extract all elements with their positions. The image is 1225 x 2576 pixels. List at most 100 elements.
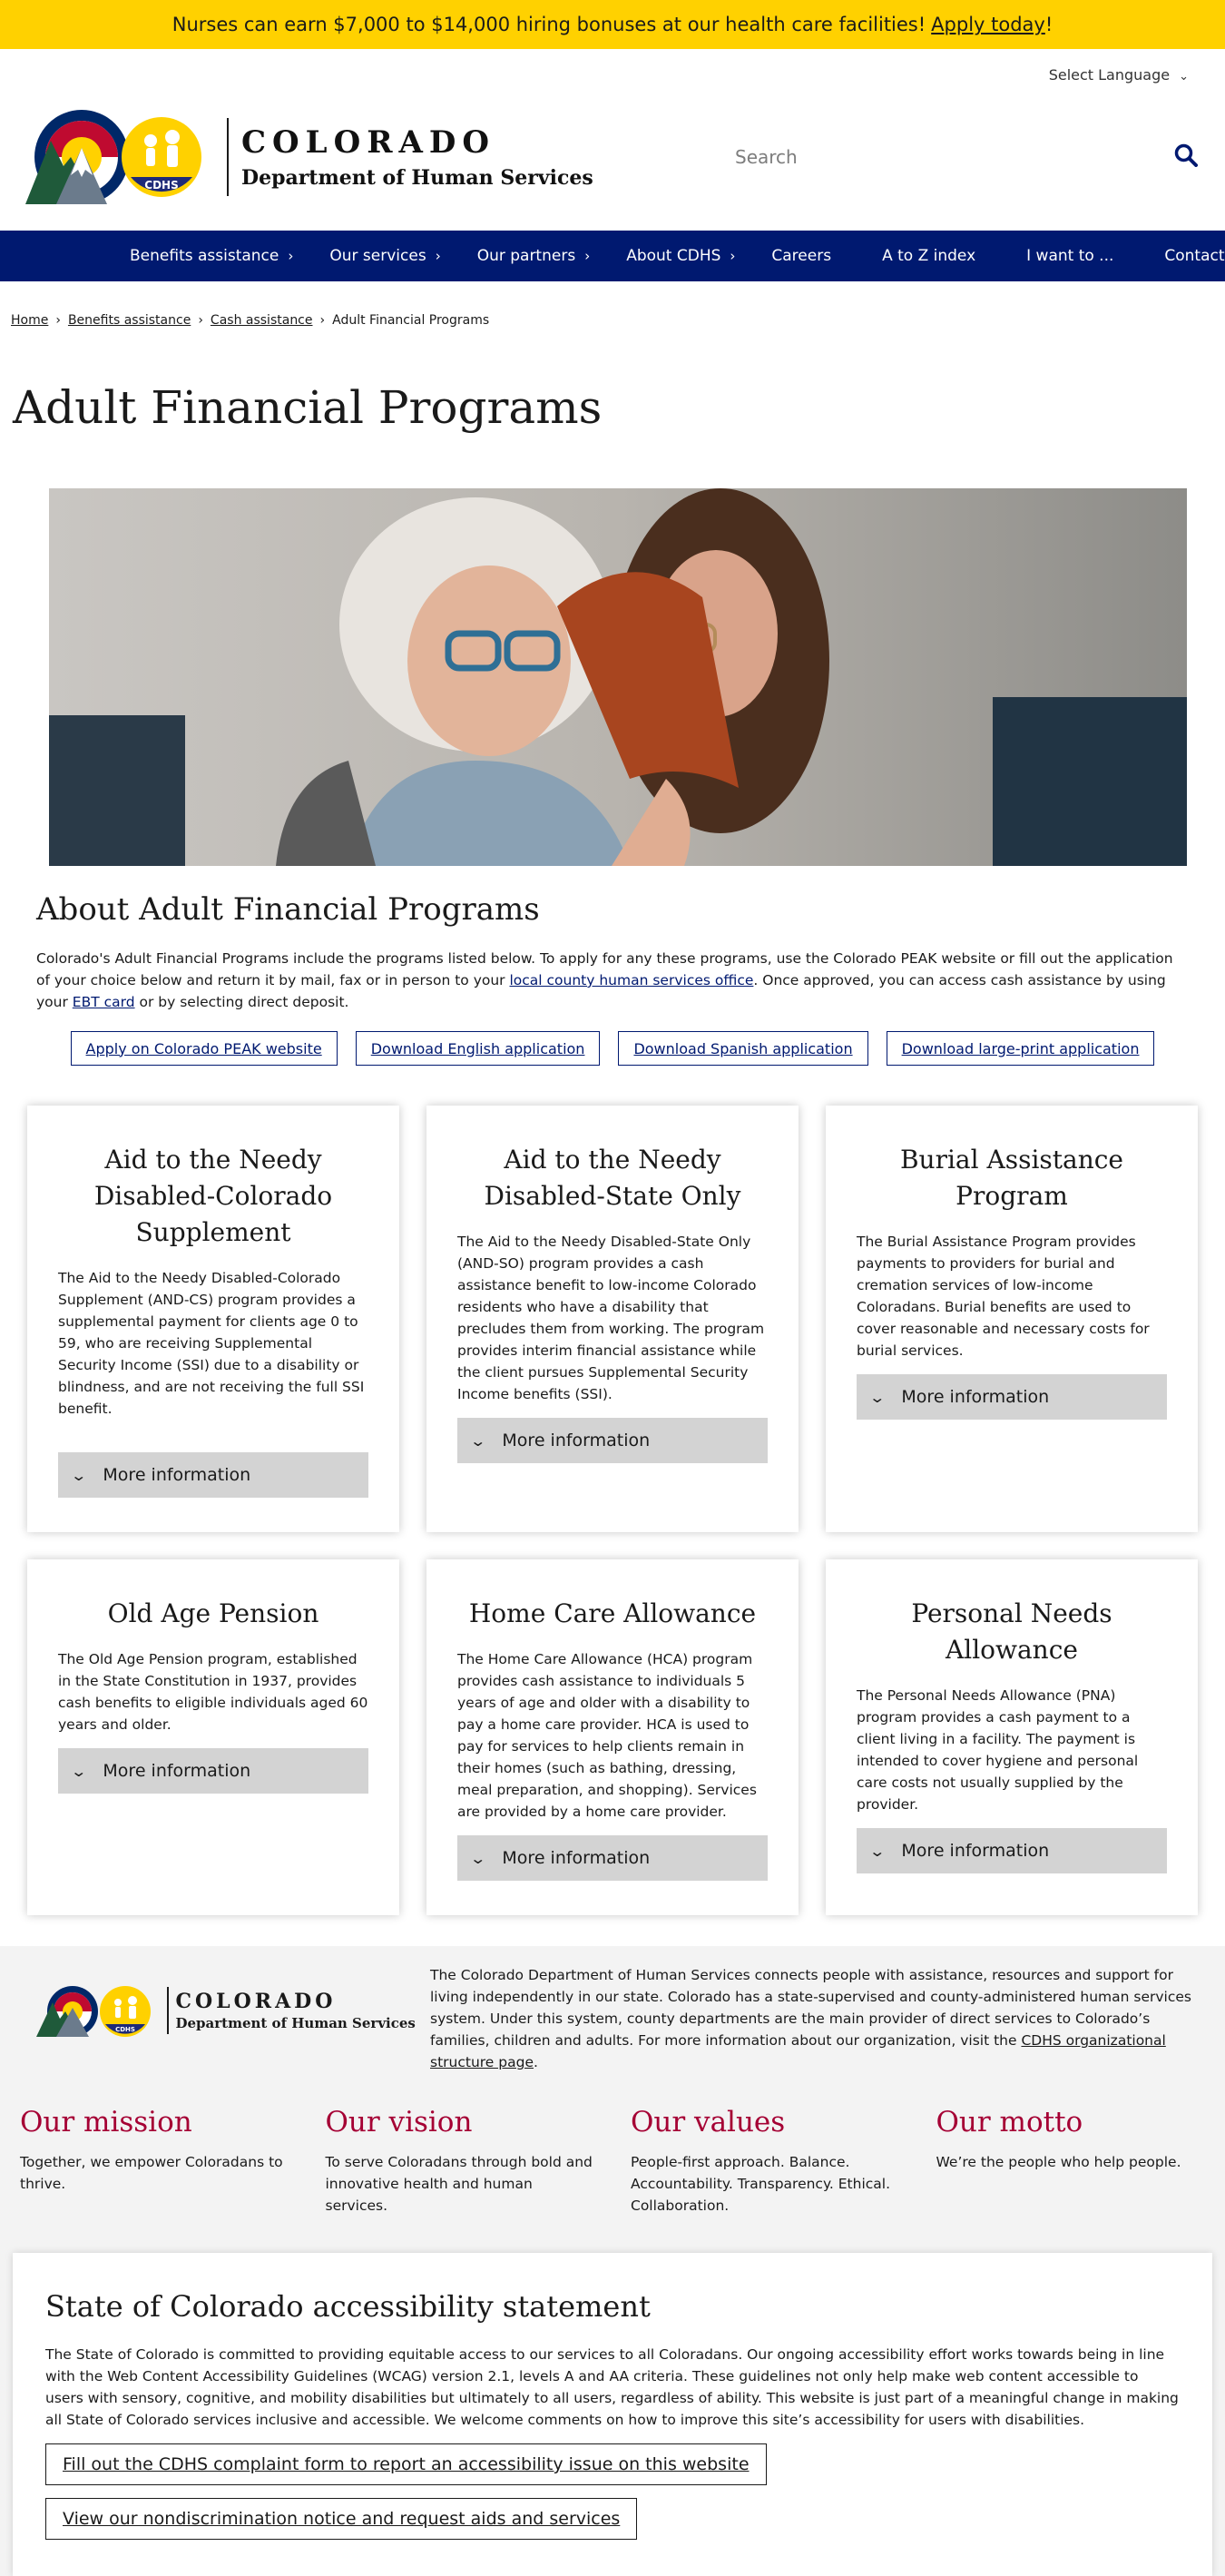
site-footer: CDHS COLORADO Department of Human Servic… <box>0 1946 1225 2576</box>
footer-logo[interactable]: CDHS COLORADO Department of Human Servic… <box>20 1964 419 2042</box>
nav-item-i-want-to[interactable]: I want to ... <box>1026 247 1113 265</box>
breadcrumb-home[interactable]: Home <box>11 313 48 328</box>
chevron-right-icon: › <box>55 313 61 328</box>
card-body: The Home Care Allowance (HCA) program pr… <box>457 1651 757 1820</box>
logo-title: COLORADO <box>241 124 495 161</box>
nav-label: Our partners <box>476 247 576 265</box>
program-card: Aid to the Needy Disabled-State Only The… <box>426 1106 799 1532</box>
download-english-button[interactable]: Download English application <box>355 1031 601 1066</box>
card-title: Burial Assistance Program <box>899 1145 1123 1211</box>
chevron-down-icon: ⌄ <box>469 1431 487 1450</box>
more-information-button[interactable]: ⌄ More information <box>457 1835 768 1881</box>
logo-divider <box>227 118 229 196</box>
card-title: Old Age Pension <box>107 1598 319 1628</box>
nav-item-contact-us[interactable]: Contact us <box>1164 247 1225 265</box>
chevron-down-icon: ⌄ <box>868 1388 887 1406</box>
more-information-button[interactable]: ⌄ More information <box>857 1828 1167 1873</box>
breadcrumb-cash[interactable]: Cash assistance <box>211 313 313 328</box>
apply-today-link[interactable]: Apply today <box>931 14 1045 35</box>
accessibility-statement: State of Colorado accessibility statemen… <box>13 2253 1212 2576</box>
search-icon[interactable] <box>1174 143 1198 171</box>
nav-item-careers[interactable]: Careers <box>771 247 831 265</box>
page-title: Adult Financial Programs <box>13 381 603 434</box>
apply-peak-button[interactable]: Apply on Colorado PEAK website <box>70 1031 338 1066</box>
card-body: The Personal Needs Allowance (PNA) progr… <box>857 1687 1139 1813</box>
motto-block: Our motto We’re the people who help peopl… <box>936 2106 1206 2217</box>
chevron-right-icon: › <box>435 248 441 264</box>
more-label: More information <box>502 1431 651 1450</box>
main-nav: Benefits assistance › Our services › Our p… <box>0 231 1225 281</box>
nav-label: Contact us <box>1164 247 1225 265</box>
about-text: Colorado's Adult Financial Programs incl… <box>36 948 1189 1013</box>
footer-top: CDHS COLORADO Department of Human Servic… <box>20 1964 1205 2073</box>
mission-block: Our mission Together, we empower Colorada… <box>20 2106 289 2217</box>
footer-logo-badge: CDHS <box>115 2026 135 2033</box>
mvv-text: We’re the people who help people. <box>936 2154 1181 2170</box>
nav-label: Careers <box>771 247 832 265</box>
program-card: Burial Assistance Program The Burial Ass… <box>826 1106 1198 1532</box>
download-spanish-button[interactable]: Download Spanish application <box>618 1031 868 1066</box>
logo-badge: CDHS <box>144 179 178 192</box>
about-section: About Adult Financial Programs Colorado'… <box>0 866 1225 1066</box>
county-office-link[interactable]: local county human services office <box>509 972 753 988</box>
footer-logo-text: COLORADO Department of Human Services <box>176 1990 416 2031</box>
chevron-right-icon: › <box>730 248 736 264</box>
language-label: Select Language <box>1048 66 1171 84</box>
hero-image <box>49 488 1187 866</box>
chevron-down-icon: ⌄ <box>1179 70 1189 84</box>
mvv-heading: Our values <box>631 2106 786 2138</box>
logo-divider <box>167 1987 169 2034</box>
nav-item-a-to-z[interactable]: A to Z index <box>882 247 975 265</box>
about-heading: About Adult Financial Programs <box>36 891 540 928</box>
language-selector[interactable]: Select Language ⌄ <box>1049 66 1189 84</box>
more-label: More information <box>103 1465 251 1485</box>
footer-desc-tail: . <box>533 2054 538 2070</box>
logo-text: COLORADO Department of Human Services <box>241 124 593 190</box>
nav-item-our-services[interactable]: Our services › <box>329 247 440 265</box>
search-input[interactable] <box>735 146 1098 168</box>
mission-vision-values: Our mission Together, we empower Colorada… <box>20 2073 1205 2253</box>
more-information-button[interactable]: ⌄ More information <box>58 1452 368 1498</box>
alert-tail: ! <box>1044 14 1054 35</box>
card-body: The Burial Assistance Program provides p… <box>857 1234 1150 1359</box>
site-header: CDHS COLORADO Department of Human Servic… <box>0 84 1225 231</box>
nav-label: Our services <box>329 247 426 265</box>
nav-item-about-cdhs[interactable]: About CDHS › <box>626 247 735 265</box>
mvv-heading: Our vision <box>325 2106 473 2138</box>
more-information-button[interactable]: ⌄ More information <box>857 1374 1167 1420</box>
breadcrumb-benefits[interactable]: Benefits assistance <box>68 313 191 328</box>
accessibility-heading: State of Colorado accessibility statemen… <box>45 2289 651 2324</box>
logo-subtitle: Department of Human Services <box>241 166 593 190</box>
nav-label: Benefits assistance <box>130 247 279 265</box>
card-title: Aid to the Needy Disabled-Colorado Suppl… <box>93 1145 333 1247</box>
footer-logo-title: COLORADO <box>175 1990 337 2013</box>
search-bar <box>735 143 1198 171</box>
chevron-down-icon: ⌄ <box>70 1762 88 1780</box>
application-buttons: Apply on Colorado PEAK website Download … <box>36 1031 1189 1066</box>
accessibility-text: The State of Colorado is committed to pr… <box>45 2346 1179 2428</box>
vision-block: Our vision To serve Coloradans through bo… <box>326 2106 595 2217</box>
cdhs-logo[interactable]: CDHS COLORADO Department of Human Servic… <box>25 93 593 221</box>
chevron-down-icon: ⌄ <box>469 1849 487 1867</box>
about-text-part: or by selecting direct deposit. <box>134 994 349 1010</box>
mvv-text: Together, we empower Coloradans to thriv… <box>20 2154 283 2192</box>
colorado-mountain-logo-icon: CDHS <box>25 110 201 204</box>
ebt-card-link[interactable]: EBT card <box>73 994 135 1010</box>
nav-item-our-partners[interactable]: Our partners › <box>477 247 591 265</box>
complaint-form-button[interactable]: Fill out the CDHS complaint form to repo… <box>45 2443 767 2485</box>
nav-item-benefits-assistance[interactable]: Benefits assistance › <box>130 247 293 265</box>
card-title: Aid to the Needy Disabled-State Only <box>484 1145 741 1211</box>
chevron-down-icon: ⌄ <box>868 1842 887 1860</box>
footer-logo-subtitle: Department of Human Services <box>175 2015 416 2031</box>
alert-banner: Nurses can earn $7,000 to $14,000 hiring… <box>0 0 1225 49</box>
more-label: More information <box>901 1841 1050 1861</box>
program-cards: Aid to the Needy Disabled-Colorado Suppl… <box>0 1066 1225 1946</box>
values-block: Our values People-first approach. Balance… <box>631 2106 900 2217</box>
download-large-print-button[interactable]: Download large-print application <box>886 1031 1155 1066</box>
chevron-right-icon: › <box>584 248 591 264</box>
more-information-button[interactable]: ⌄ More information <box>457 1418 768 1463</box>
mvv-text: People-first approach. Balance. Accounta… <box>631 2154 891 2214</box>
nondiscrimination-button[interactable]: View our nondiscrimination notice and re… <box>45 2498 638 2540</box>
more-label: More information <box>901 1387 1050 1407</box>
more-information-button[interactable]: ⌄ More information <box>58 1748 368 1794</box>
